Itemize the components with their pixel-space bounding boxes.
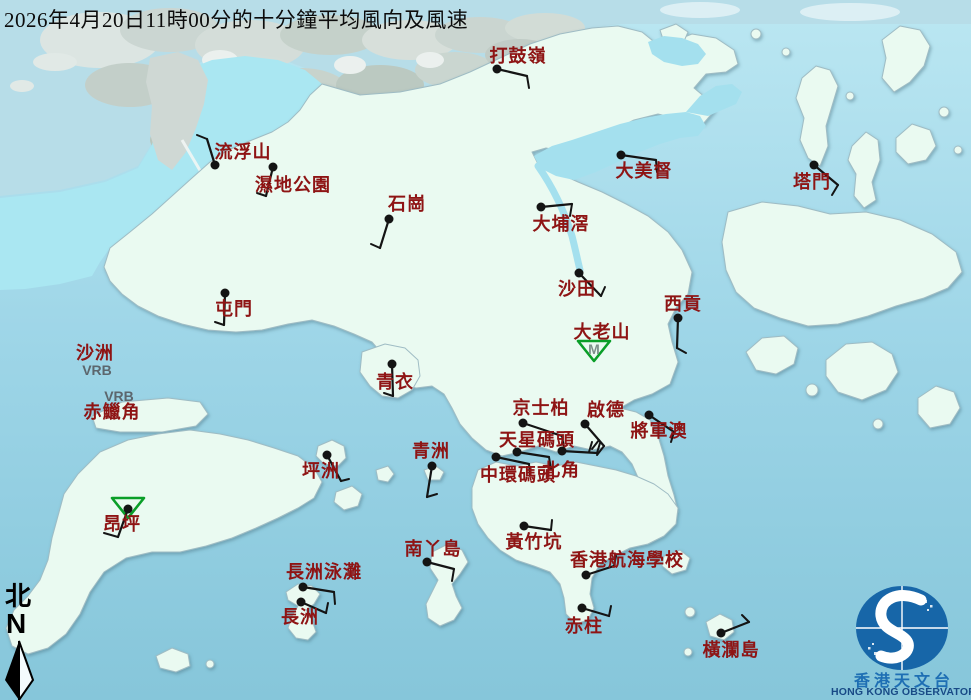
hong-kong-wind-map: 打鼓嶺流浮山濕地公園石崗大美督大埔滘塔門沙田西貢大老山M屯門青衣沙洲VRB赤鱲角… [0,0,971,700]
station-dot [269,163,278,172]
station-label: 赤柱 [565,615,603,636]
station-label: 沙田 [558,279,596,299]
station-dot [674,314,683,323]
station-dot [519,419,528,428]
station-dot [810,161,819,170]
hko-name-english: HONG KONG OBSERVATORY [831,686,971,698]
station-label: 長洲泳灘 [286,561,362,582]
station-label: 打鼓嶺 [490,45,547,66]
station-dot [428,462,437,471]
station-label: 屯門 [215,298,253,319]
station-label: 濕地公園 [255,174,331,195]
wind-barb-shaft [677,318,678,348]
station-dot [717,629,726,638]
station-dot [388,360,397,369]
wind-barb-feather [551,520,552,530]
station: 沙洲VRB [76,343,114,378]
station-label: 將軍澳 [631,420,688,441]
station-label: 黃竹坑 [505,531,563,552]
station-dot [617,151,626,160]
map-title: 2026年4月20日11時00分的十分鐘平均風向及風速 [4,4,468,34]
station-label: 青衣 [376,371,414,392]
station-dot [520,522,529,531]
station-label: 流浮山 [215,141,272,162]
station-dot [385,215,394,224]
station-dot [645,411,654,420]
station-label: 青洲 [412,441,450,461]
station-dot [297,598,306,607]
station-label: 大埔滘 [533,213,590,234]
station-dot [323,451,332,460]
compass-north-letter: N [6,610,26,638]
station-label: 赤鱲角 [84,401,141,422]
station-dot [578,604,587,613]
station-dot [581,420,590,429]
station-label: 坪洲 [302,461,340,481]
wind-barb-feather [334,592,335,604]
station-label: 昂坪 [103,514,141,534]
variable-wind-label: VRB [82,362,112,378]
station-dot [492,453,501,462]
station-label: 香港航海學校 [569,549,684,570]
station-dot [221,289,230,298]
station-label: 南丫島 [405,538,462,559]
station-label: 西貢 [664,294,702,314]
station-label: 大老山 [574,321,631,342]
compass-north-chinese: 北 [5,584,31,610]
station-label: 大美督 [616,160,673,181]
station-label: 塔門 [793,171,831,192]
station-label: 京士柏 [513,397,570,418]
station-label: 中環碼頭 [480,464,556,485]
station-label: 啟德 [587,399,625,420]
hko-logo-icon [856,586,948,670]
station-label: 長洲 [281,607,319,627]
station-label: 石崗 [387,193,426,214]
station-dot [537,203,546,212]
station-dot [575,269,584,278]
station-label: 沙洲 [76,343,114,363]
station-dot [299,583,308,592]
station-dot [558,447,567,456]
wind-map-page: 打鼓嶺流浮山濕地公園石崗大美督大埔滘塔門沙田西貢大老山M屯門青衣沙洲VRB赤鱲角… [0,0,971,700]
missing-data-m-label: M [588,341,600,357]
variable-wind-label: VRB [104,388,134,404]
station-label: 橫瀾島 [703,639,760,660]
station-dot [124,505,133,514]
station-dot [582,571,591,580]
